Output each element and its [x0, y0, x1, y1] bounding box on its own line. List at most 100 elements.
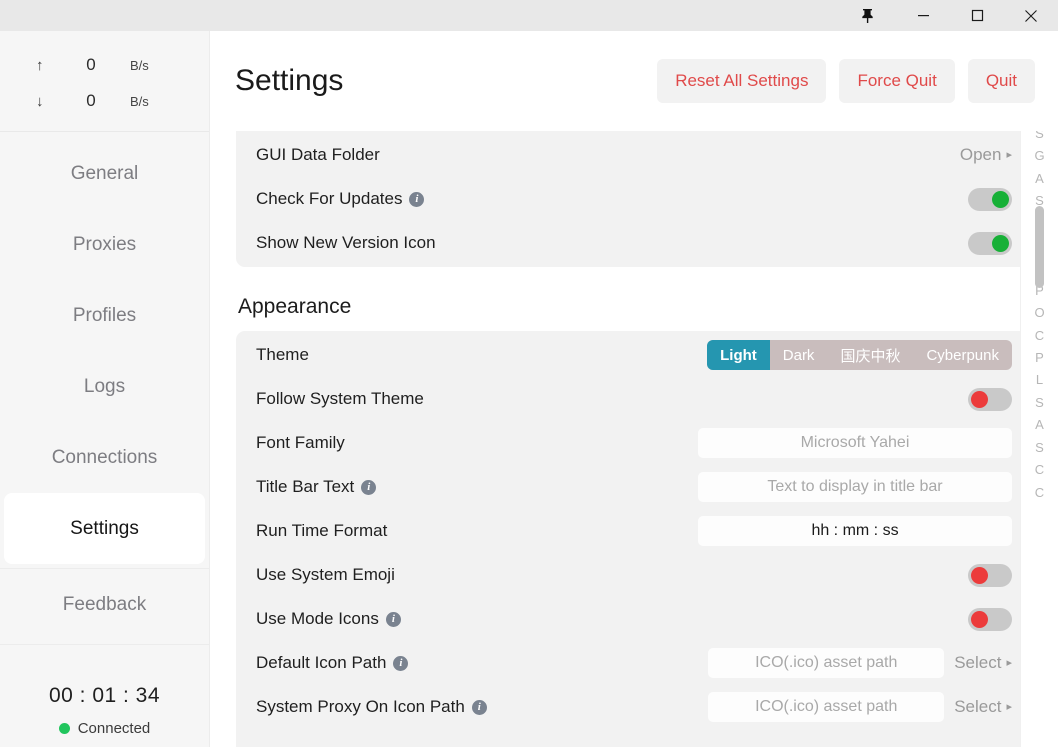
force-quit-button[interactable]: Force Quit — [839, 59, 955, 103]
table-row[interactable] — [236, 729, 1034, 747]
use-system-emoji-toggle[interactable] — [968, 563, 1012, 587]
app-window: ↑ 0 B/s ↓ 0 B/s General Proxies Profiles… — [0, 0, 1058, 747]
upload-speed-value: 0 — [86, 55, 96, 74]
title-bar-text-input[interactable] — [698, 472, 1012, 502]
check-for-updates-toggle[interactable] — [968, 187, 1012, 211]
setting-label: Check For Updates — [256, 189, 403, 208]
setting-label: GUI Data Folder — [256, 145, 380, 164]
table-row[interactable]: Show New Version Icon — [236, 221, 1034, 265]
sidebar-item-general[interactable]: General — [4, 138, 205, 209]
quit-button[interactable]: Quit — [967, 59, 1035, 103]
reset-all-settings-button[interactable]: Reset All Settings — [657, 59, 827, 103]
maximize-button[interactable] — [950, 0, 1004, 31]
sidebar-item-profiles[interactable]: Profiles — [4, 280, 205, 351]
sidebar-item-settings[interactable]: Settings — [4, 493, 205, 564]
sidebar-item-label: Profiles — [72, 304, 137, 326]
row-label-run-time-format: Run Time Format — [256, 521, 387, 541]
sidebar: ↑ 0 B/s ↓ 0 B/s General Proxies Profiles… — [0, 31, 210, 747]
settings-card-appearance: Theme Light Dark 国庆中秋 Cyberpunk Follow S… — [236, 331, 1034, 747]
connection-status: Connected — [0, 720, 209, 737]
select-default-icon-path-link[interactable]: Select ▸ — [954, 653, 1012, 673]
link-label: Open — [959, 145, 1002, 164]
close-button[interactable] — [1004, 0, 1058, 31]
scrollbar-thumb[interactable] — [1035, 206, 1044, 288]
uptime-timer: 00 : 01 : 34 — [48, 684, 161, 707]
default-icon-path-input[interactable] — [708, 648, 945, 678]
table-row[interactable]: Run Time Format — [236, 509, 1034, 553]
link-label: Select — [954, 653, 1002, 672]
table-row[interactable]: Follow System Theme — [236, 377, 1034, 421]
toggle-knob — [971, 390, 988, 408]
row-control — [968, 563, 1012, 587]
table-row[interactable]: Default Icon Path i Select ▸ — [236, 641, 1034, 685]
info-icon[interactable]: i — [393, 655, 409, 671]
setting-label: Show New Version Icon — [256, 233, 436, 252]
theme-option-dark[interactable]: Dark — [770, 340, 828, 370]
info-icon[interactable]: i — [471, 699, 487, 715]
info-icon[interactable]: i — [361, 479, 377, 495]
sidebar-item-proxies[interactable]: Proxies — [4, 209, 205, 280]
info-icon[interactable]: i — [409, 191, 425, 207]
theme-option-guoqing-zhongqiu[interactable]: 国庆中秋 — [827, 340, 913, 370]
setting-label: Use Mode Icons — [256, 609, 379, 628]
minimize-button[interactable] — [896, 0, 950, 31]
table-row[interactable]: Title Bar Text i — [236, 465, 1034, 509]
row-control — [968, 607, 1012, 631]
show-new-version-icon-toggle[interactable] — [968, 231, 1012, 255]
sidebar-item-connections[interactable]: Connections — [4, 422, 205, 493]
upload-speed-row: ↑ 0 B/s — [0, 47, 209, 83]
download-speed-unit: B/s — [130, 93, 149, 109]
row-label-check-for-updates: Check For Updates i — [256, 189, 425, 209]
row-label-default-icon-path: Default Icon Path i — [256, 653, 409, 673]
table-row[interactable]: Use System Emoji — [236, 553, 1034, 597]
network-speed-block: ↑ 0 B/s ↓ 0 B/s — [0, 31, 209, 132]
row-control — [968, 231, 1012, 255]
main-content: Settings Reset All Settings Force Quit Q… — [211, 31, 1058, 747]
table-row[interactable]: Use Mode Icons i — [236, 597, 1034, 641]
font-family-input[interactable] — [698, 428, 1012, 458]
sidebar-item-label: Logs — [83, 375, 126, 397]
row-control — [698, 428, 1012, 458]
setting-label: Use System Emoji — [256, 565, 395, 584]
sidebar-item-logs[interactable]: Logs — [4, 351, 205, 422]
row-control — [968, 187, 1012, 211]
toggle-knob — [992, 190, 1009, 208]
settings-scroll-area[interactable]: GUI Data Folder Open ▸ Check For Updates… — [211, 131, 1058, 747]
sidebar-divider-bottom — [0, 644, 209, 645]
row-label-gui-data-folder: GUI Data Folder — [256, 145, 380, 165]
chevron-right-icon: ▸ — [1006, 700, 1012, 713]
sidebar-nav: General Proxies Profiles Logs Connection… — [0, 132, 209, 645]
row-label-system-proxy-on-icon-path: System Proxy On Icon Path i — [256, 697, 487, 717]
row-control — [968, 387, 1012, 411]
row-control — [698, 516, 1012, 546]
row-label-show-new-version-icon: Show New Version Icon — [256, 233, 436, 253]
open-gui-data-folder-link[interactable]: Open ▸ — [960, 145, 1012, 165]
setting-label: System Proxy On Icon Path — [256, 697, 465, 716]
row-label-font-family: Font Family — [256, 433, 345, 453]
table-row[interactable]: Font Family — [236, 421, 1034, 465]
run-time-format-input[interactable] — [698, 516, 1012, 546]
table-row[interactable]: GUI Data Folder Open ▸ — [236, 133, 1034, 177]
vertical-scrollbar[interactable] — [1035, 31, 1044, 747]
follow-system-theme-toggle[interactable] — [968, 387, 1012, 411]
row-control: Select ▸ — [708, 648, 1012, 678]
select-system-proxy-on-icon-path-link[interactable]: Select ▸ — [954, 697, 1012, 717]
theme-option-cyberpunk[interactable]: Cyberpunk — [913, 340, 1012, 370]
row-control — [698, 472, 1012, 502]
theme-segmented-control[interactable]: Light Dark 国庆中秋 Cyberpunk — [707, 340, 1012, 370]
info-icon[interactable]: i — [385, 611, 401, 627]
use-mode-icons-toggle[interactable] — [968, 607, 1012, 631]
table-row[interactable]: Check For Updates i — [236, 177, 1034, 221]
pin-icon[interactable] — [838, 0, 896, 31]
sidebar-item-label: Feedback — [62, 593, 147, 615]
row-label-theme: Theme — [256, 345, 309, 365]
status-badge: Connected — [77, 720, 151, 737]
download-speed-value: 0 — [86, 91, 96, 110]
table-row[interactable]: System Proxy On Icon Path i Select ▸ — [236, 685, 1034, 729]
sidebar-item-feedback[interactable]: Feedback — [4, 569, 205, 640]
setting-label: Font Family — [256, 433, 345, 452]
table-row[interactable]: Theme Light Dark 国庆中秋 Cyberpunk — [236, 333, 1034, 377]
theme-option-light[interactable]: Light — [707, 340, 770, 370]
system-proxy-on-icon-path-input[interactable] — [708, 692, 945, 722]
sidebar-footer: 00 : 01 : 34 Connected — [0, 684, 209, 747]
